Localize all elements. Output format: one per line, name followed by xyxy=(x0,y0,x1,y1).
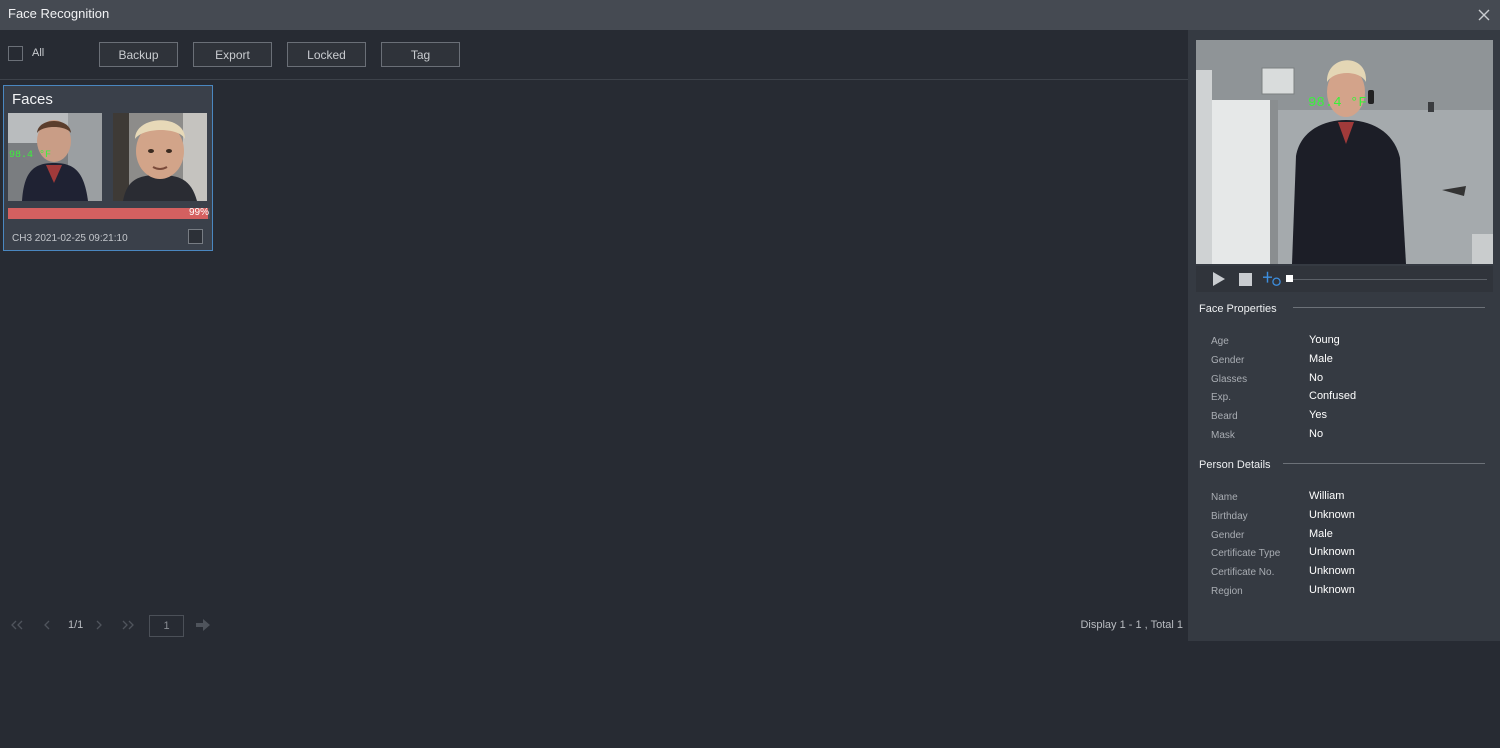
face-result-card[interactable]: Faces 98.4 °F 99% CH3 2021-02-25 09:21:1… xyxy=(3,85,213,251)
face-property-label: Age xyxy=(1211,336,1229,347)
person-details-heading: Person Details xyxy=(1199,459,1271,471)
face-property-row: Age Young xyxy=(1211,334,1491,350)
playback-slider-handle[interactable] xyxy=(1286,275,1293,282)
person-detail-row: Certificate No. Unknown xyxy=(1211,565,1491,581)
person-detail-row: Certificate Type Unknown xyxy=(1211,546,1491,562)
face-property-row: Exp. Confused xyxy=(1211,390,1491,406)
title-bar: Face Recognition xyxy=(0,0,1500,30)
person-detail-label: Gender xyxy=(1211,529,1245,541)
toolbar: All Backup Export Locked Tag xyxy=(0,30,1188,80)
export-button[interactable]: Export xyxy=(193,42,272,67)
arrow-right-icon xyxy=(196,619,210,631)
person-detail-row: Region Unknown xyxy=(1211,584,1491,600)
person-detail-label: Certificate Type xyxy=(1211,548,1281,560)
stop-button[interactable] xyxy=(1236,270,1254,288)
person-detail-value: Unknown xyxy=(1309,584,1355,596)
face-property-value: Yes xyxy=(1309,409,1327,422)
face-property-value: No xyxy=(1309,428,1324,440)
similarity-bar: 99% xyxy=(8,207,210,219)
face-property-value: Confused xyxy=(1309,390,1357,403)
select-all-checkbox[interactable] xyxy=(8,46,23,61)
person-detail-value: Unknown xyxy=(1309,508,1355,521)
video-controls xyxy=(1196,266,1493,292)
card-title: Faces xyxy=(12,91,53,108)
card-select-checkbox[interactable] xyxy=(188,229,203,244)
select-all-label: All xyxy=(32,47,45,59)
person-detail-row: Birthday Unknown xyxy=(1211,509,1491,525)
face-property-value: Young xyxy=(1309,334,1340,346)
pagination: 1/1 xyxy=(6,614,226,637)
face-property-row: Beard Yes xyxy=(1211,409,1491,425)
stop-icon xyxy=(1238,272,1252,286)
face-property-label: Exp. xyxy=(1211,392,1232,404)
video-preview[interactable]: 98.4 °F xyxy=(1196,40,1493,264)
crosshair-tool-icon xyxy=(1263,271,1281,286)
face-property-label: Gender xyxy=(1211,354,1245,366)
play-button[interactable] xyxy=(1210,270,1228,288)
prev-page-button[interactable] xyxy=(36,614,58,636)
face-properties-heading: Face Properties xyxy=(1199,303,1277,315)
double-chevron-right-icon xyxy=(122,620,134,630)
snapshot-image: 98.4 °F xyxy=(8,113,102,201)
person-detail-label: Certificate No. xyxy=(1211,567,1275,579)
reference-face-image xyxy=(113,113,207,201)
face-property-label: Mask xyxy=(1211,430,1235,441)
detail-panel: 98.4 °F Face Properties Age Young Gender Ma… xyxy=(1188,30,1500,641)
go-page-button[interactable] xyxy=(192,614,214,636)
face-property-value: Male xyxy=(1309,352,1333,365)
video-overlay-text: 98.4 °F xyxy=(1308,95,1367,111)
thumbnail-overlay-text: 98.4 °F xyxy=(9,149,51,161)
face-property-row: Mask No xyxy=(1211,428,1491,444)
next-page-button[interactable] xyxy=(88,614,110,636)
double-chevron-left-icon xyxy=(11,620,23,630)
person-detail-value: William xyxy=(1309,490,1345,502)
person-detail-label: Region xyxy=(1211,586,1243,597)
face-property-row: Glasses No xyxy=(1211,372,1491,388)
person-detail-value: Unknown xyxy=(1309,546,1355,559)
chevron-right-icon xyxy=(96,620,102,630)
playback-track[interactable] xyxy=(1290,279,1487,280)
close-icon xyxy=(1478,9,1490,21)
crosshair-tool-button[interactable] xyxy=(1263,270,1281,288)
card-channel-time: CH3 2021-02-25 09:21:10 xyxy=(12,233,128,244)
close-button[interactable] xyxy=(1474,5,1494,25)
snapshot-thumbnail[interactable]: 98.4 °F xyxy=(8,113,102,201)
video-frame-image: 98.4 °F xyxy=(1196,40,1493,264)
face-properties-divider xyxy=(1293,307,1485,308)
backup-button[interactable]: Backup xyxy=(99,42,178,67)
similarity-fill xyxy=(8,208,208,219)
person-details-divider xyxy=(1283,463,1485,464)
page-number-input[interactable] xyxy=(149,615,184,637)
tag-button[interactable]: Tag xyxy=(381,42,460,67)
page-indicator: 1/1 xyxy=(68,619,84,631)
face-property-label: Glasses xyxy=(1211,373,1248,385)
person-detail-value: Unknown xyxy=(1309,565,1355,578)
person-detail-value: Male xyxy=(1309,527,1333,540)
window-title: Face Recognition xyxy=(8,6,110,21)
locked-button[interactable]: Locked xyxy=(287,42,366,67)
person-detail-row: Gender Male xyxy=(1211,528,1491,544)
face-property-label: Beard xyxy=(1211,411,1238,423)
chevron-left-icon xyxy=(44,620,50,630)
person-detail-label: Birthday xyxy=(1211,510,1248,522)
person-detail-label: Name xyxy=(1211,492,1238,503)
person-detail-row: Name William xyxy=(1211,490,1491,506)
display-info: Display 1 - 1 , Total 1 xyxy=(1080,619,1183,631)
similarity-percent: 99% xyxy=(188,207,209,218)
face-property-row: Gender Male xyxy=(1211,353,1491,369)
face-property-value: No xyxy=(1309,371,1324,384)
first-page-button[interactable] xyxy=(6,614,28,636)
last-page-button[interactable] xyxy=(117,614,139,636)
play-icon xyxy=(1213,272,1225,286)
reference-face-thumbnail[interactable] xyxy=(113,113,207,201)
